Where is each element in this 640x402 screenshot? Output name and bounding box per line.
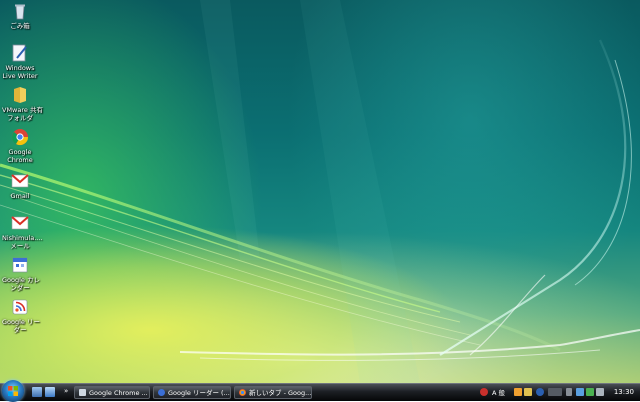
desktop-icon-label: Google カレ	[2, 276, 40, 284]
wallpaper-swirls	[0, 0, 640, 383]
taskbar-button-label: Google Chrome ...	[89, 389, 148, 397]
shared-folder-icon	[11, 86, 29, 104]
chrome-icon	[239, 389, 246, 396]
taskbar: » Google Chrome ... Google リーダー (... 新しい…	[0, 380, 640, 402]
live-writer-icon	[11, 44, 29, 62]
start-button[interactable]	[2, 380, 24, 402]
system-tray: A 般 13:30	[478, 385, 640, 400]
help-icon[interactable]	[536, 388, 544, 396]
desktop-icon-recycle-bin[interactable]: ごみ箱	[2, 2, 38, 30]
google-reader-icon	[158, 389, 165, 396]
desktop-icon-windows-live-writer[interactable]: Windows Live Writer	[2, 44, 38, 80]
desktop-icon-nishimula-mail[interactable]: Nishimula.... メール	[2, 214, 43, 250]
ime-indicator[interactable]: A 般	[492, 387, 510, 397]
recycle-bin-icon	[11, 2, 29, 20]
desktop-icon-google-reader[interactable]: Google リー ダー	[2, 298, 40, 334]
desktop-icon-label: メール	[10, 242, 30, 250]
taskbar-button-label: Google リーダー (...	[168, 389, 230, 397]
desktop-icon-label: Live Writer	[2, 72, 38, 80]
ime-dictionary-icon[interactable]	[524, 388, 532, 396]
network-icon[interactable]	[576, 388, 584, 396]
desktop-icon-label: フォルダ	[7, 114, 33, 122]
switch-windows-icon[interactable]	[45, 387, 55, 397]
google-calendar-icon	[11, 256, 29, 274]
desktop-icon-label: VMware 共有	[2, 106, 43, 114]
volume-icon[interactable]	[596, 388, 604, 396]
chrome-icon	[11, 128, 29, 146]
desktop-icon-label: ンダー	[10, 284, 30, 292]
desktop-icon-label: Google リー	[2, 318, 40, 326]
alert-icon[interactable]	[480, 388, 488, 396]
tray-chevron-icon[interactable]	[566, 388, 572, 396]
ime-tool-icon[interactable]	[514, 388, 522, 396]
desktop-icon-google-chrome[interactable]: Google Chrome	[2, 128, 38, 164]
windows-flag-icon	[8, 386, 18, 396]
desktop-icon-google-calendar[interactable]: Google カレ ンダー	[2, 256, 40, 292]
desktop-icon-gmail[interactable]: Gmail	[2, 172, 38, 200]
taskbar-button-google-reader[interactable]: Google リーダー (...	[153, 386, 231, 399]
taskbar-button-new-tab[interactable]: 新しいタブ - Goog...	[234, 386, 312, 399]
desktop-icon-label: Nishimula....	[2, 234, 43, 242]
caps-kana-indicator[interactable]	[548, 388, 562, 396]
desktop[interactable]: ごみ箱 Windows Live Writer VMware 共有 フォルダ G…	[0, 0, 640, 383]
taskbar-button-label: 新しいタブ - Goog...	[249, 389, 312, 397]
show-desktop-icon[interactable]	[32, 387, 42, 397]
google-reader-icon	[11, 298, 29, 316]
window-icon	[79, 389, 86, 396]
taskbar-button-google-chrome[interactable]: Google Chrome ...	[74, 386, 150, 399]
desktop-icon-label: ごみ箱	[10, 22, 30, 30]
gmail-icon	[11, 172, 29, 190]
gmail-icon	[11, 214, 29, 232]
desktop-icon-label: ダー	[13, 326, 27, 334]
clock[interactable]: 13:30	[614, 388, 634, 396]
quick-launch-chevron[interactable]: »	[64, 387, 68, 395]
security-icon[interactable]	[586, 388, 594, 396]
desktop-icon-label: Gmail	[10, 192, 30, 200]
desktop-icon-vmware-shared-folder[interactable]: VMware 共有 フォルダ	[2, 86, 43, 122]
desktop-icon-label: Windows	[5, 64, 35, 72]
desktop-icon-label: Google	[8, 148, 32, 156]
desktop-icon-label: Chrome	[7, 156, 33, 164]
